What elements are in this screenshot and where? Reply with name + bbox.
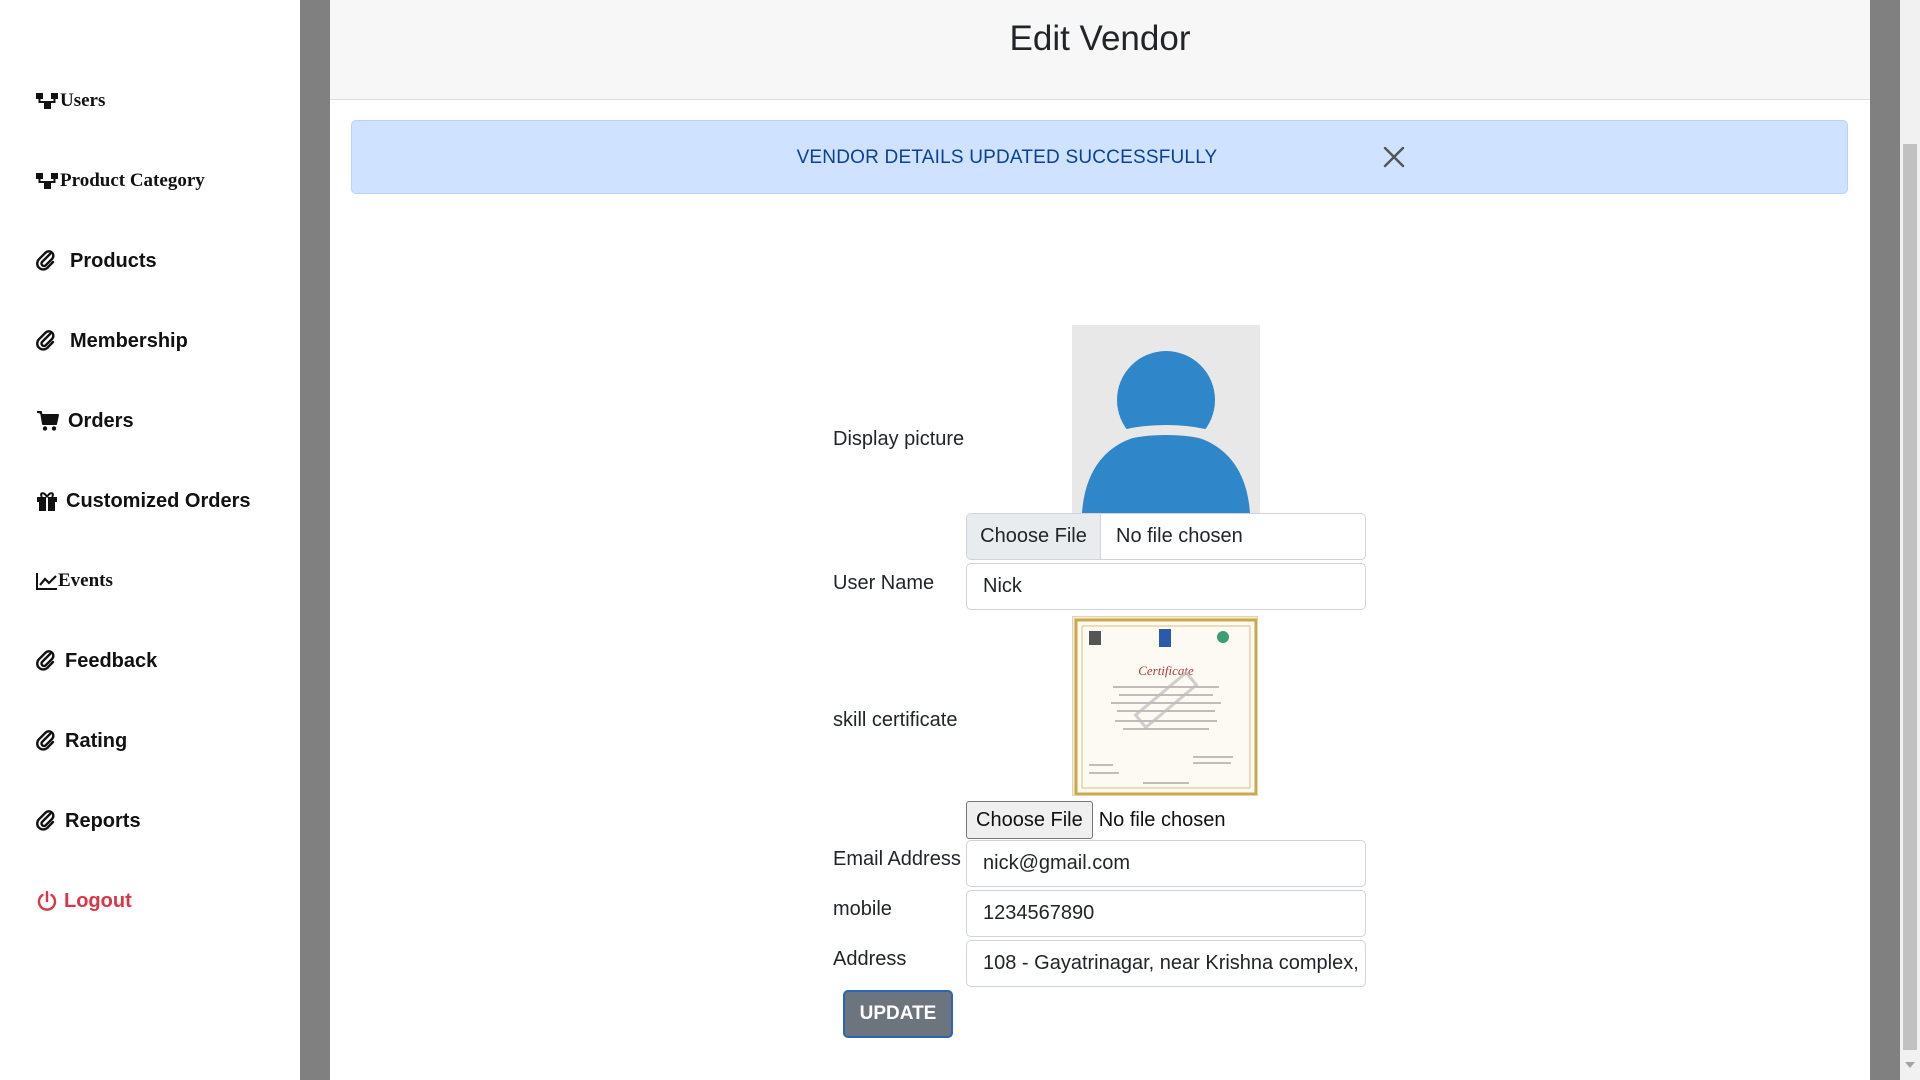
- mobile-field[interactable]: 1234567890: [966, 890, 1366, 937]
- sidebar-item-feedback[interactable]: Feedback: [36, 648, 157, 674]
- sidebar-item-customized-orders[interactable]: Customized Orders: [36, 488, 250, 514]
- user-name-field[interactable]: Nick: [966, 563, 1366, 610]
- power-icon: [36, 888, 62, 914]
- skill-certificate-preview: Certificate: [1072, 616, 1258, 796]
- sidebar-item-label: Rating: [65, 729, 128, 752]
- paperclip-icon: [36, 328, 62, 354]
- paperclip-icon: [36, 728, 62, 754]
- modal-header: Edit Vendor: [330, 0, 1870, 100]
- sitemap-icon: [36, 168, 62, 194]
- mobile-label: mobile: [833, 898, 892, 920]
- close-icon[interactable]: [1380, 143, 1408, 171]
- sidebar-item-label: Orders: [68, 409, 134, 432]
- sidebar: Users Product Category Products Membersh…: [0, 0, 300, 1080]
- sidebar-item-rating[interactable]: Rating: [36, 728, 127, 754]
- display-picture-file-input[interactable]: Choose File No file chosen: [966, 513, 1366, 560]
- display-picture-choose-button[interactable]: Choose File: [967, 514, 1101, 559]
- sitemap-icon: [36, 88, 62, 114]
- certificate-title: Certificate: [1138, 663, 1194, 678]
- sidebar-item-label: Events: [58, 570, 113, 591]
- sidebar-item-orders[interactable]: Orders: [36, 408, 134, 434]
- email-label: Email Address: [833, 848, 961, 870]
- sidebar-item-label: Feedback: [65, 649, 158, 672]
- sidebar-item-product-category[interactable]: Product Category: [36, 168, 205, 194]
- user-name-label: User Name: [833, 572, 935, 594]
- sidebar-item-products[interactable]: Products: [36, 248, 157, 274]
- scroll-down-arrow-icon[interactable]: [1905, 1062, 1915, 1068]
- skill-certificate-file-status: No file chosen: [1098, 808, 1226, 831]
- chart-line-icon: [36, 568, 58, 594]
- sidebar-item-reports[interactable]: Reports: [36, 808, 141, 834]
- scrollbar-thumb[interactable]: [1903, 144, 1917, 1050]
- display-picture-label: Display picture: [833, 428, 965, 450]
- sidebar-item-membership[interactable]: Membership: [36, 328, 188, 354]
- sidebar-item-users[interactable]: Users: [36, 88, 105, 114]
- skill-certificate-file-input[interactable]: Choose File No file chosen: [966, 800, 1225, 840]
- sidebar-item-label: Reports: [65, 809, 141, 832]
- sidebar-item-label: Logout: [64, 889, 132, 912]
- certificate-image: Certificate: [1074, 618, 1257, 795]
- paperclip-icon: [36, 648, 62, 674]
- sidebar-item-label: Membership: [70, 329, 188, 352]
- page-title: Edit Vendor: [1009, 18, 1191, 58]
- address-label: Address: [833, 948, 907, 970]
- update-button[interactable]: UPDATE: [843, 990, 953, 1038]
- sidebar-item-label: Customized Orders: [66, 489, 251, 512]
- skill-certificate-label: skill certificate: [833, 709, 958, 731]
- display-picture-preview: [1072, 325, 1260, 513]
- sidebar-item-events[interactable]: Events: [36, 568, 113, 594]
- skill-certificate-choose-button[interactable]: Choose File: [966, 801, 1093, 839]
- gift-icon: [36, 488, 62, 514]
- cart-icon: [36, 408, 62, 434]
- email-field[interactable]: nick@gmail.com: [966, 840, 1366, 887]
- sidebar-item-label: Product Category: [60, 170, 205, 191]
- paperclip-icon: [36, 248, 62, 274]
- user-avatar-icon: [1082, 351, 1250, 513]
- paperclip-icon: [36, 808, 62, 834]
- display-picture-file-status: No file chosen: [1116, 525, 1243, 547]
- sidebar-item-label: Users: [60, 90, 106, 111]
- sidebar-item-logout[interactable]: Logout: [36, 888, 132, 914]
- sidebar-item-label: Products: [70, 249, 157, 272]
- success-alert: VENDOR DETAILS UPDATED SUCCESSFULLY: [351, 120, 1848, 194]
- alert-message: VENDOR DETAILS UPDATED SUCCESSFULLY: [796, 147, 1218, 168]
- address-field[interactable]: 108 - Gayatrinagar, near Krishna complex…: [966, 940, 1366, 987]
